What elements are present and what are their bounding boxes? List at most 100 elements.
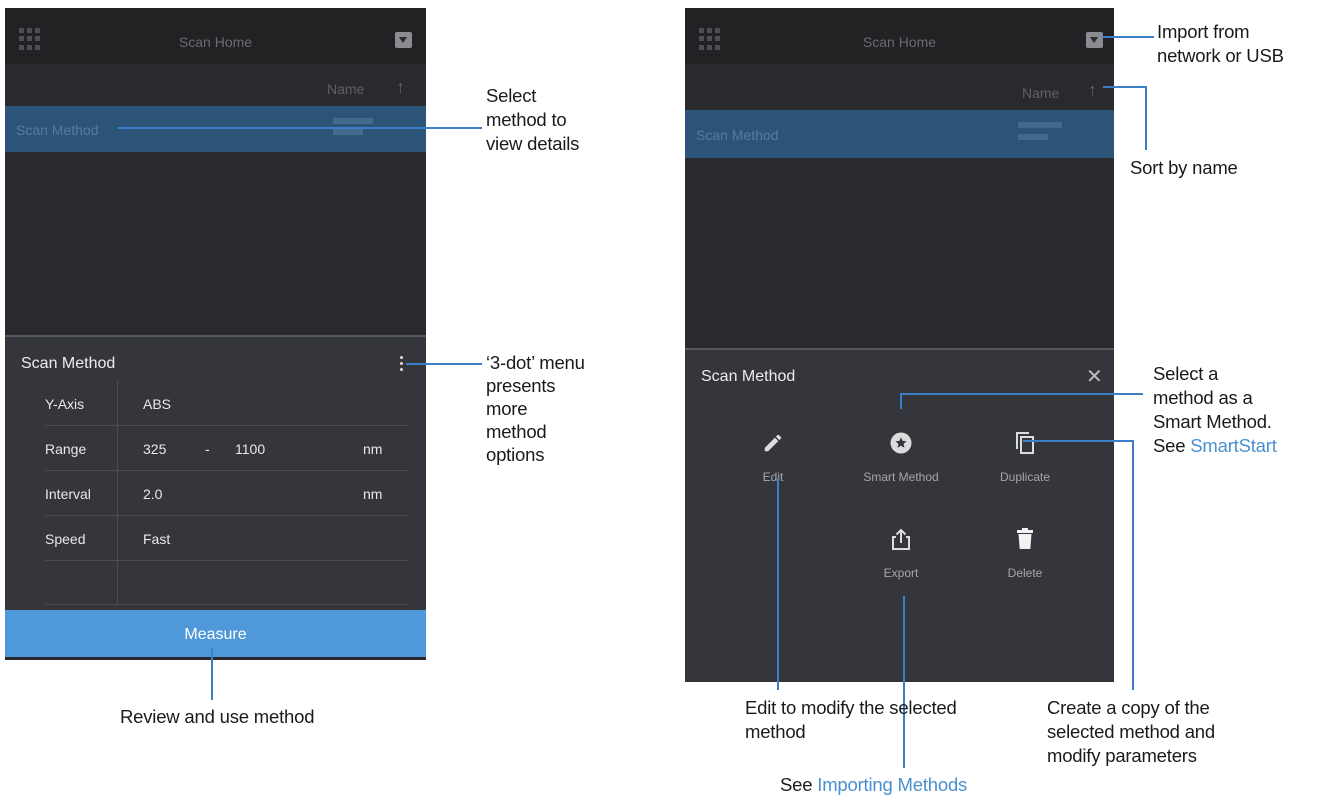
share-icon [846,524,956,554]
export-action[interactable]: Export [846,524,956,580]
callout-text: method as a [1153,387,1253,408]
callout-text: presents [486,375,556,396]
callout-text: selected method and [1047,721,1215,742]
sort-bar: Name ↑ [685,64,1114,114]
copy-icon [970,428,1080,458]
param-key: Range [45,441,87,457]
callout-text: See [1153,435,1191,456]
param-key: Interval [45,486,91,502]
callout-text: See SmartStart [1153,434,1277,458]
callout-text: See [780,774,818,795]
callout-sort: Sort by name [1130,157,1238,178]
param-unit: nm [363,486,383,502]
callout-text: modify parameters [1047,745,1197,766]
delete-action[interactable]: Delete [970,524,1080,580]
callout-three-dot: ‘3-dot’ menu presents more method option… [486,351,585,466]
callout-text: method to [486,109,567,130]
callout-line-kebab [406,363,482,365]
edit-label: Edit [762,470,784,484]
import-icon[interactable] [395,32,412,48]
callout-line-select [118,127,482,129]
callout-text: network or USB [1157,45,1284,66]
param-value-end: 1100 [235,441,266,457]
param-value: 2.0 [143,486,163,502]
callout-line-measure [211,648,213,700]
method-list-item-meta [1018,118,1068,146]
method-list-item[interactable]: Scan Method [685,110,1114,158]
callout-line-sort-h [1103,86,1147,88]
callout-line-copy-h [1023,440,1134,442]
method-detail-panel: Scan Method Y-Axis ABS Range 325 - 1100 … [5,335,426,660]
callout-select-method: Select method to view details [486,84,579,156]
callout-text: view details [486,133,580,154]
callout-text: Select a [1153,363,1219,384]
divider [117,471,118,516]
callout-text: method [486,421,547,442]
divider [117,561,118,605]
pencil-icon [718,428,828,458]
param-value: 325 [143,441,167,457]
callout-line-sort-v [1145,86,1147,150]
callout-edit: Edit to modify the selected method [745,696,957,744]
smartstart-link[interactable]: SmartStart [1190,435,1277,456]
table-row [45,561,409,605]
measure-button[interactable]: Measure [5,610,426,660]
importing-methods-link[interactable]: Importing Methods [817,774,967,795]
callout-line-smart-v [900,393,902,409]
parameter-table: Y-Axis ABS Range 325 - 1100 nm Interval … [45,381,409,605]
top-bar: Scan Home [685,8,1114,64]
table-row: Speed Fast [45,516,409,561]
trash-icon [970,524,1080,554]
callout-text: ‘3-dot’ menu [486,352,585,373]
callout-text: Edit to modify the selected [745,697,957,718]
close-icon[interactable]: ✕ [1086,364,1103,389]
page-title: Scan Home [862,34,937,50]
duplicate-label: Duplicate [999,470,1051,484]
import-icon[interactable] [1086,32,1103,48]
divider [117,381,118,426]
method-list-item-label: Scan Method [696,127,779,143]
callout-text: Select [486,85,537,106]
callout-line-smart-h [900,393,1143,395]
edit-action[interactable]: Edit [718,428,828,484]
method-list-item-label: Scan Method [16,122,99,138]
callout-export: See Importing Methods [780,773,967,797]
left-app-screen: Scan Home Name ↑ Scan Method Scan Method… [5,8,426,660]
callout-copy: Create a copy of the selected method and… [1047,696,1215,768]
star-circle-icon [846,428,956,458]
delete-label: Delete [1007,566,1043,580]
sort-ascending-icon[interactable]: ↑ [1088,80,1097,101]
page-title: Scan Home [178,34,253,50]
param-key: Y-Axis [45,396,85,412]
param-unit: nm [363,441,383,457]
method-list-item[interactable]: Scan Method [5,106,426,152]
callout-line-copy-v [1132,440,1134,690]
range-separator: - [205,441,210,457]
smart-method-label: Smart Method [863,470,939,484]
param-key: Speed [45,531,86,547]
divider [117,516,118,561]
callout-text: Smart Method. [1153,411,1272,432]
sort-ascending-icon[interactable]: ↑ [396,77,405,98]
panel-title: Scan Method [21,355,116,372]
callout-line-import [1102,36,1154,38]
callout-review: Review and use method [120,706,315,727]
callout-import: Import from network or USB [1157,20,1284,68]
more-options-icon[interactable] [400,356,404,374]
sort-name-label[interactable]: Name [327,81,364,97]
table-row: Range 325 - 1100 nm [45,426,409,471]
top-bar: Scan Home [5,8,426,64]
smart-method-action[interactable]: Smart Method [846,428,956,484]
callout-text: method [745,721,806,742]
callout-text: more [486,398,528,419]
callout-line-edit [777,478,779,690]
param-value: ABS [143,396,172,412]
callout-smart: Select a method as a Smart Method. See S… [1153,362,1277,458]
callout-text: Import from [1157,21,1250,42]
sort-name-label[interactable]: Name [1022,85,1059,101]
right-app-screen: Scan Home Name ↑ Scan Method Scan Method… [685,8,1114,682]
duplicate-action[interactable]: Duplicate [970,428,1080,484]
divider [117,426,118,471]
table-row: Y-Axis ABS [45,381,409,426]
callout-text: Create a copy of the [1047,697,1210,718]
